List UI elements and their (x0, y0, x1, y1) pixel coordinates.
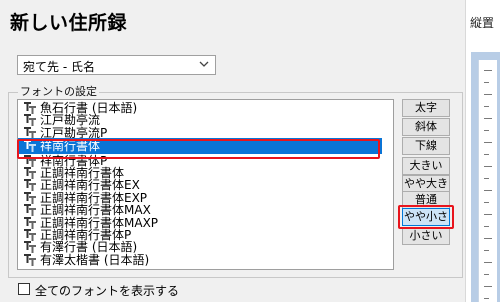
preview-label: 縦置 (470, 16, 495, 30)
preview-ruler (484, 70, 492, 299)
size-normal-button[interactable]: 普通 (402, 191, 450, 209)
font-list-item-label: 祥南行書体 (40, 139, 101, 154)
font-list-item[interactable]: 有澤太楷書 (日本語) (18, 252, 382, 268)
font-list[interactable]: 魚石行書 (日本語) 江戸勘亭流 江戸勘亭流P 祥南行書体 祥南行書体P 正調祥南行書体正… (17, 99, 394, 270)
recipient-select-value: 宛て先 - 氏名 (23, 60, 95, 74)
underline-button[interactable]: 下線 (402, 137, 450, 155)
font-list-item-label: 有澤太楷書 (日本語) (40, 252, 150, 267)
truetype-font-icon (24, 140, 36, 153)
italic-button[interactable]: 斜体 (402, 118, 450, 136)
size-somewhat-small-button[interactable]: やや小さい (402, 208, 450, 239)
size-large-button[interactable]: 大きい (402, 157, 450, 175)
size-small-button[interactable]: 小さい (402, 227, 450, 245)
font-settings-label: フォントの設定 (18, 83, 99, 99)
show-all-fonts-checkbox[interactable] (18, 283, 30, 295)
bold-button[interactable]: 太字 (402, 99, 450, 117)
recipient-select[interactable]: 宛て先 - 氏名 (17, 55, 216, 75)
truetype-font-icon (24, 253, 36, 266)
chevron-down-icon (199, 61, 209, 67)
dialog-title: 新しい住所録 (10, 12, 128, 34)
show-all-fonts-label[interactable]: 全てのフォントを表示する (35, 282, 179, 299)
